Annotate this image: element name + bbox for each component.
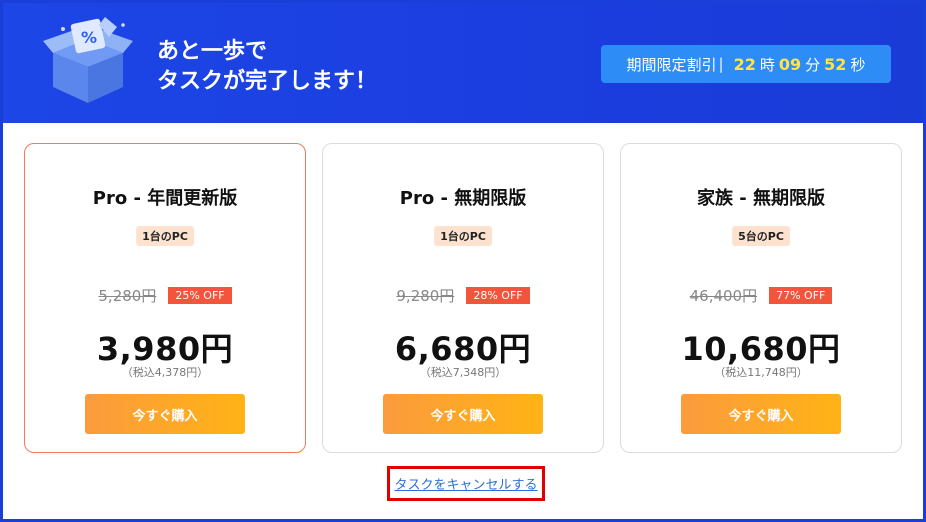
tax-included-price: （税込7,348円） — [419, 366, 507, 379]
timer-minutes-unit: 分 — [805, 55, 821, 74]
buy-now-button[interactable]: 今すぐ購入 — [681, 394, 841, 434]
countdown-timer: 期間限定割引 | 22 時 09 分 52 秒 — [601, 45, 891, 83]
cancel-highlight-outline: タスクをキャンセルする — [387, 466, 545, 501]
original-price: 9,280円 — [396, 287, 455, 305]
plan-card-pro-annual: Pro - 年間更新版 1台のPC 5,280円 25% OFF 3,980円 … — [24, 143, 306, 453]
buy-now-button[interactable]: 今すぐ購入 — [85, 394, 245, 434]
promo-header: % あと一歩で タスクが完了します！ 期間限定割引 | 22 時 09 分 52… — [3, 3, 923, 123]
discount-box-icon: % — [43, 17, 133, 103]
tax-included-price: （税込11,748円） — [714, 366, 808, 379]
discount-badge: 77% OFF — [769, 287, 833, 304]
plan-card-pro-lifetime: Pro - 無期限版 1台のPC 9,280円 28% OFF 6,680円 （… — [322, 143, 604, 453]
plan-list: Pro - 年間更新版 1台のPC 5,280円 25% OFF 3,980円 … — [24, 143, 904, 455]
pc-count-badge: 5台のPC — [732, 226, 790, 246]
price-row: 46,400円 77% OFF — [621, 285, 901, 306]
price-row: 9,280円 28% OFF — [323, 285, 603, 306]
plan-title: Pro - 年間更新版 — [92, 188, 238, 209]
cancel-task-link[interactable]: タスクをキャンセルする — [394, 474, 537, 493]
header-title-line1: あと一歩で — [157, 39, 268, 64]
original-price: 5,280円 — [98, 287, 157, 305]
upgrade-dialog: % あと一歩で タスクが完了します！ 期間限定割引 | 22 時 09 分 52… — [0, 0, 926, 522]
discount-badge: 28% OFF — [466, 287, 530, 304]
timer-label: 期間限定割引 — [626, 55, 717, 74]
original-price: 46,400円 — [689, 287, 758, 305]
plan-card-family-lifetime: 家族 - 無期限版 5台のPC 46,400円 77% OFF 10,680円 … — [620, 143, 902, 453]
pc-count-badge: 1台のPC — [136, 226, 194, 246]
discount-badge: 25% OFF — [168, 287, 232, 304]
tax-included-price: （税込4,378円） — [121, 366, 209, 379]
timer-hours-unit: 時 — [759, 55, 775, 74]
plan-title: 家族 - 無期限版 — [696, 188, 825, 209]
timer-seconds-unit: 秒 — [850, 55, 866, 74]
timer-separator: | — [718, 55, 724, 73]
timer-hours: 22 — [733, 54, 756, 74]
pc-count-badge: 1台のPC — [434, 226, 492, 246]
header-title: あと一歩で タスクが完了します！ — [157, 37, 377, 97]
timer-minutes: 09 — [778, 54, 802, 74]
svg-text:%: % — [81, 28, 97, 47]
price-row: 5,280円 25% OFF — [25, 285, 305, 306]
plan-title: Pro - 無期限版 — [399, 188, 527, 209]
buy-now-button[interactable]: 今すぐ購入 — [383, 394, 543, 434]
header-title-line2: タスクが完了します！ — [157, 69, 378, 94]
timer-seconds: 52 — [824, 54, 847, 74]
